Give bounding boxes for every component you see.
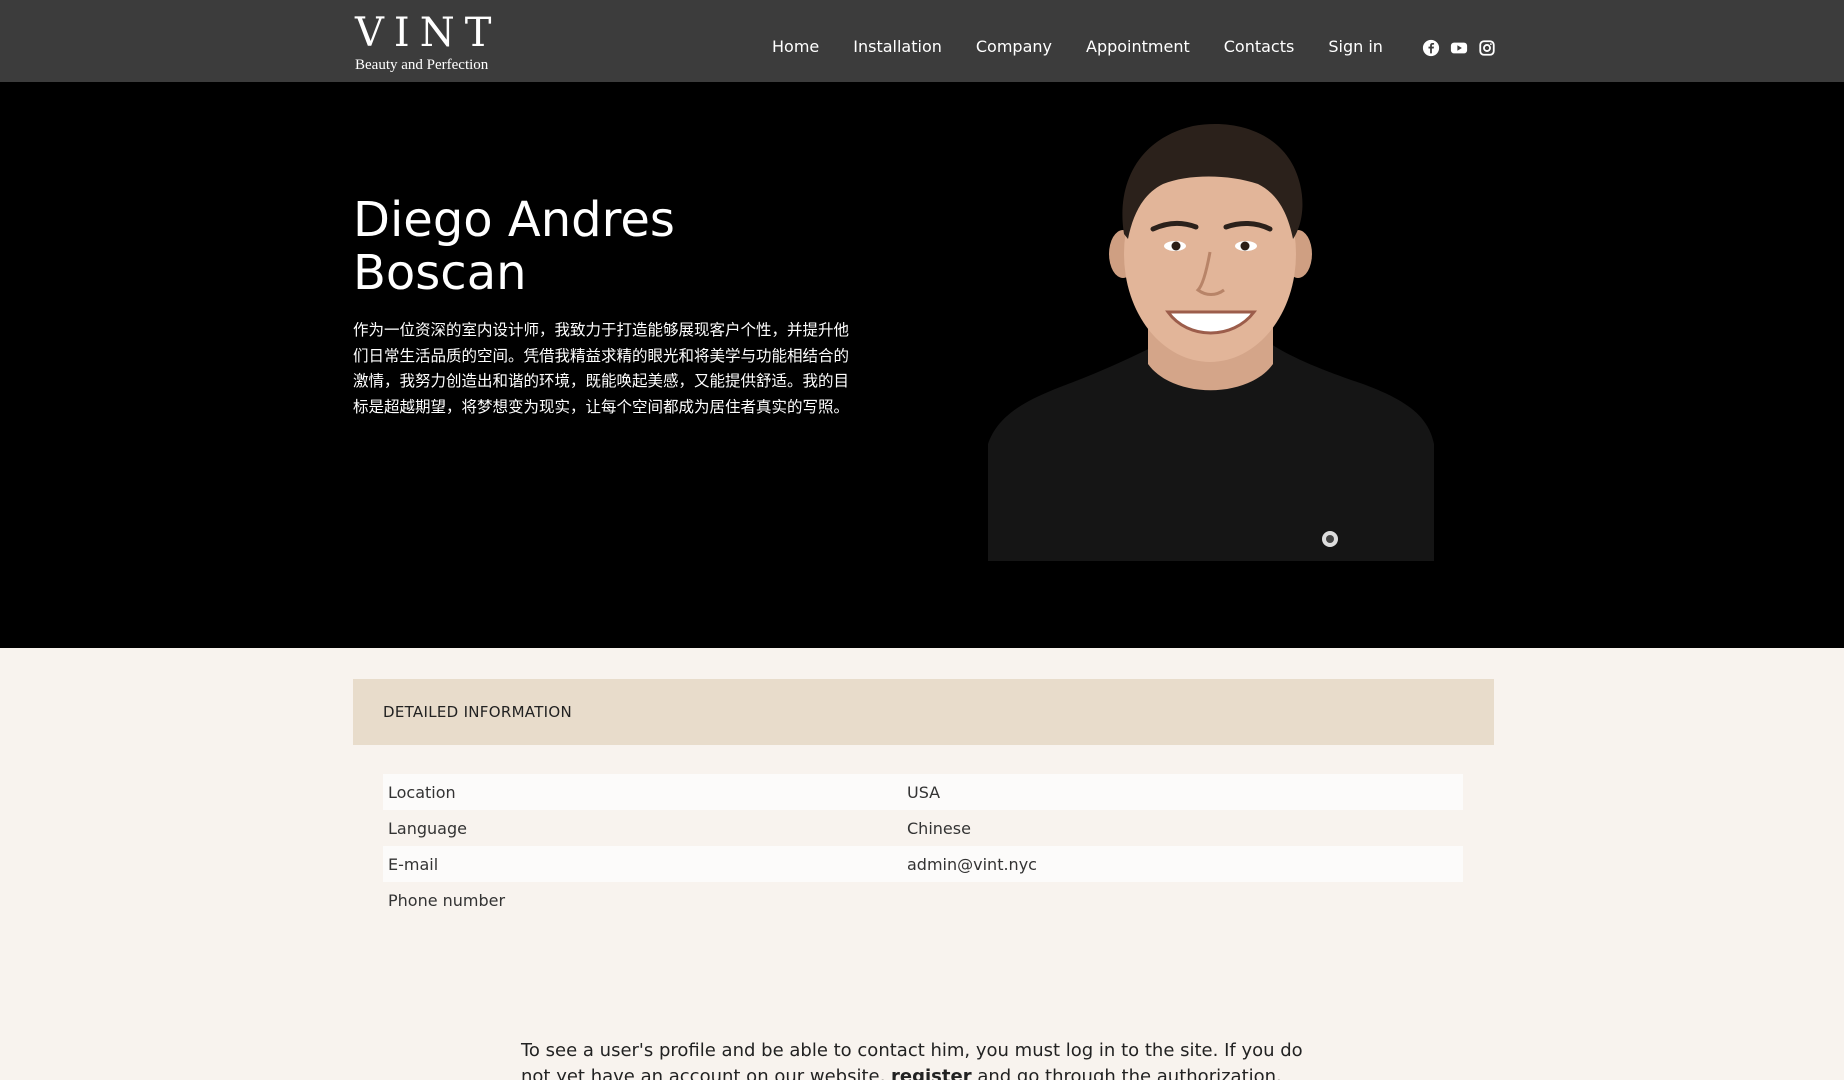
youtube-icon[interactable] xyxy=(1450,39,1468,57)
detail-label: Location xyxy=(388,782,456,802)
detail-value: admin@vint.nyc xyxy=(907,854,1037,874)
table-row: Language Chinese xyxy=(383,810,1463,846)
detail-label: E-mail xyxy=(388,854,439,874)
login-notice: To see a user's profile and be able to c… xyxy=(521,1038,1331,1080)
profile-hero: Diego Andres Boscan 作为一位资深的室内设计师，我致力于打造能… xyxy=(0,82,1844,648)
instagram-icon[interactable] xyxy=(1478,39,1496,57)
nav-appointment[interactable]: Appointment xyxy=(1086,37,1190,56)
table-row: E-mail admin@vint.nyc xyxy=(383,846,1463,882)
facebook-icon[interactable] xyxy=(1422,39,1440,57)
table-row: Phone number xyxy=(383,882,1463,918)
profile-bio: 作为一位资深的室内设计师，我致力于打造能够展现客户个性，并提升他们日常生活品质的… xyxy=(353,321,850,416)
nav-contacts[interactable]: Contacts xyxy=(1224,37,1295,56)
notice-text-end: and go through the authorization. xyxy=(971,1066,1282,1080)
nav-installation[interactable]: Installation xyxy=(853,37,942,56)
main-nav: Home Installation Company Appointment Co… xyxy=(772,37,1383,56)
nav-home[interactable]: Home xyxy=(772,37,819,56)
logo-wordmark: VINT xyxy=(355,10,502,56)
detail-label: Phone number xyxy=(388,890,506,910)
logo-tagline: Beauty and Perfection xyxy=(355,57,489,73)
nav-sign-in[interactable]: Sign in xyxy=(1328,37,1383,56)
details-table: Location USA Language Chinese E-mail adm… xyxy=(383,774,1463,918)
social-links xyxy=(1422,39,1496,57)
site-header: VINT Beauty and Perfection Home Installa… xyxy=(0,0,1844,82)
detail-value: USA xyxy=(907,782,941,802)
register-link[interactable]: register xyxy=(891,1066,972,1080)
details-header: DETAILED INFORMATION xyxy=(353,679,1494,745)
details-title: DETAILED INFORMATION xyxy=(383,703,573,721)
nav-company[interactable]: Company xyxy=(976,37,1052,56)
site-logo[interactable]: VINT Beauty and Perfection xyxy=(355,12,505,74)
profile-portrait xyxy=(988,124,1434,561)
profile-name: Diego Andres Boscan xyxy=(353,192,675,301)
table-row: Location USA xyxy=(383,774,1463,810)
detail-value: Chinese xyxy=(907,818,971,838)
detail-label: Language xyxy=(388,818,467,838)
